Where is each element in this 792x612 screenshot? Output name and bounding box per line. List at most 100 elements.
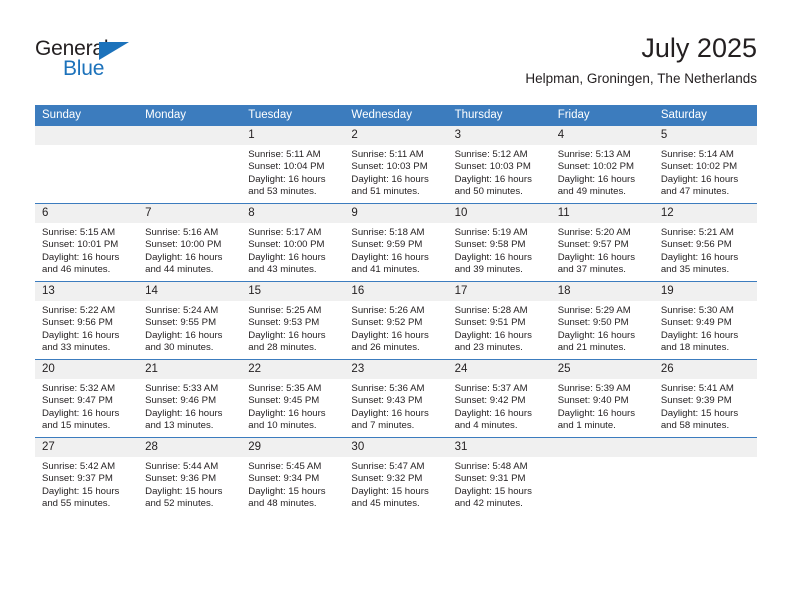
daylight-text-line1: Daylight: 15 hours (660, 407, 739, 419)
daylight-text-line2: and 33 minutes. (42, 342, 111, 354)
day-number: 28 (138, 438, 242, 457)
daylight-text-line1: Daylight: 16 hours (454, 251, 532, 263)
day-details: Sunrise: 5:29 AM Sunset: 9:50 PM Daylight:… (551, 301, 654, 354)
daylight-text-line1: Daylight: 15 hours (42, 485, 120, 497)
calendar-page: General Blue July 2025 Helpman, Groninge… (0, 0, 792, 612)
day-details: Sunrise: 5:35 AM Sunset: 9:45 PM Daylight:… (241, 379, 344, 432)
calendar-day-cell[interactable]: 24 Sunrise: 5:37 AM Sunset: 9:42 PM Dayligh… (447, 359, 551, 438)
calendar-day-cell[interactable]: 6 Sunrise: 5:15 AM Sunset: 10:01 PM Dayligh… (35, 203, 139, 282)
calendar-day-cell[interactable]: 11 Sunrise: 5:20 AM Sunset: 9:57 PM Dayligh… (550, 203, 654, 282)
day-details: Sunrise: 5:22 AM Sunset: 9:56 PM Daylight:… (35, 301, 138, 354)
sunset-text: Sunset: 9:31 PM (454, 473, 526, 485)
calendar-day-cell[interactable]: 1 Sunrise: 5:11 AM Sunset: 10:04 PM Dayligh… (241, 126, 345, 204)
daylight-text-line2: and 15 minutes. (42, 420, 111, 432)
calendar-day-cell[interactable]: 31 Sunrise: 5:48 AM Sunset: 9:31 PM Dayligh… (447, 437, 551, 515)
day-details (138, 145, 241, 149)
day-details: Sunrise: 5:42 AM Sunset: 9:37 PM Daylight:… (35, 457, 138, 510)
calendar-day-cell[interactable]: 25 Sunrise: 5:39 AM Sunset: 9:40 PM Dayligh… (550, 359, 654, 438)
day-details: Sunrise: 5:15 AM Sunset: 10:01 PM Daylight… (35, 223, 138, 276)
day-number: 29 (241, 438, 345, 457)
daylight-text-line1: Daylight: 16 hours (42, 407, 120, 419)
daylight-text-line1: Daylight: 16 hours (454, 173, 532, 185)
calendar-day-cell[interactable]: 18 Sunrise: 5:29 AM Sunset: 9:50 PM Dayligh… (550, 281, 654, 360)
calendar-day-cell[interactable]: 29 Sunrise: 5:45 AM Sunset: 9:34 PM Dayligh… (241, 437, 345, 515)
title-block: July 2025 Helpman, Groningen, The Nether… (525, 32, 757, 89)
sunset-text: Sunset: 10:00 PM (248, 239, 325, 251)
sunset-text: Sunset: 9:39 PM (660, 395, 732, 407)
day-number: 1 (241, 126, 345, 145)
sunset-text: Sunset: 9:46 PM (145, 395, 217, 407)
calendar-day-cell[interactable]: 8 Sunrise: 5:17 AM Sunset: 10:00 PM Dayligh… (241, 203, 345, 282)
calendar-day-cell[interactable]: 14 Sunrise: 5:24 AM Sunset: 9:55 PM Dayligh… (138, 281, 242, 360)
day-number: 24 (447, 360, 551, 379)
sunrise-text: Sunrise: 5:11 AM (351, 149, 424, 160)
calendar-day-cell[interactable]: 9 Sunrise: 5:18 AM Sunset: 9:59 PM Daylight… (344, 203, 448, 282)
sunrise-text: Sunrise: 5:11 AM (248, 149, 321, 160)
sunset-text: Sunset: 9:55 PM (145, 317, 217, 329)
sunset-text: Sunset: 10:03 PM (351, 161, 428, 173)
calendar-day-cell[interactable]: 15 Sunrise: 5:25 AM Sunset: 9:53 PM Dayligh… (241, 281, 345, 360)
sunrise-text: Sunrise: 5:45 AM (248, 461, 322, 472)
day-details: Sunrise: 5:45 AM Sunset: 9:34 PM Daylight:… (241, 457, 344, 510)
calendar-day-cell[interactable]: 13 Sunrise: 5:22 AM Sunset: 9:56 PM Dayligh… (35, 281, 139, 360)
day-number: 23 (344, 360, 448, 379)
daylight-text-line1: Daylight: 16 hours (660, 173, 739, 185)
calendar-day-cell[interactable]: 20 Sunrise: 5:32 AM Sunset: 9:47 PM Dayligh… (35, 359, 139, 438)
page-title: July 2025 (641, 33, 757, 63)
general-blue-logo: General Blue (35, 37, 175, 89)
day-details (35, 145, 138, 149)
day-details: Sunrise: 5:30 AM Sunset: 9:49 PM Daylight:… (654, 301, 757, 354)
calendar-day-cell[interactable]: 23 Sunrise: 5:36 AM Sunset: 9:43 PM Dayligh… (344, 359, 448, 438)
daylight-text-line1: Daylight: 16 hours (145, 407, 223, 419)
calendar-day-cell[interactable]: 7 Sunrise: 5:16 AM Sunset: 10:00 PM Dayligh… (138, 203, 242, 282)
day-details: Sunrise: 5:11 AM Sunset: 10:03 PM Daylight… (344, 145, 447, 198)
daylight-text-line2: and 28 minutes. (248, 342, 317, 354)
sunset-text: Sunset: 9:36 PM (145, 473, 217, 485)
day-details: Sunrise: 5:18 AM Sunset: 9:59 PM Daylight:… (344, 223, 447, 276)
daylight-text-line2: and 47 minutes. (660, 186, 730, 198)
sunrise-text: Sunrise: 5:30 AM (660, 305, 734, 316)
sunset-text: Sunset: 9:40 PM (557, 395, 629, 407)
sunset-text: Sunset: 9:56 PM (660, 239, 732, 251)
day-details: Sunrise: 5:16 AM Sunset: 10:00 PM Daylight… (138, 223, 241, 276)
calendar-day-cell[interactable]: 21 Sunrise: 5:33 AM Sunset: 9:46 PM Dayligh… (138, 359, 242, 438)
location-subtitle: Helpman, Groningen, The Netherlands (525, 71, 757, 86)
sunrise-text: Sunrise: 5:15 AM (42, 227, 116, 238)
daylight-text-line1: Daylight: 16 hours (454, 407, 532, 419)
calendar-day-cell[interactable]: 19 Sunrise: 5:30 AM Sunset: 9:49 PM Dayligh… (653, 281, 757, 360)
calendar-day-cell[interactable]: 5 Sunrise: 5:14 AM Sunset: 10:02 PM Dayligh… (653, 126, 757, 204)
calendar-day-cell[interactable]: 26 Sunrise: 5:41 AM Sunset: 9:39 PM Dayligh… (653, 359, 757, 438)
day-number (653, 438, 757, 457)
calendar-body: 1 Sunrise: 5:11 AM Sunset: 10:04 PM Dayligh… (35, 126, 757, 515)
day-number: 27 (35, 438, 139, 457)
sunset-text: Sunset: 9:45 PM (248, 395, 320, 407)
sunset-text: Sunset: 10:00 PM (145, 239, 222, 251)
calendar-day-cell[interactable]: 30 Sunrise: 5:47 AM Sunset: 9:32 PM Dayligh… (344, 437, 448, 515)
calendar-day-cell[interactable]: 12 Sunrise: 5:21 AM Sunset: 9:56 PM Dayligh… (653, 203, 757, 282)
sunset-text: Sunset: 9:58 PM (454, 239, 526, 251)
day-number: 30 (344, 438, 448, 457)
daylight-text-line2: and 49 minutes. (557, 186, 626, 198)
day-number: 3 (447, 126, 551, 145)
daylight-text-line2: and 13 minutes. (145, 420, 214, 432)
calendar-day-cell[interactable]: 22 Sunrise: 5:35 AM Sunset: 9:45 PM Dayligh… (241, 359, 345, 438)
sunrise-text: Sunrise: 5:18 AM (351, 227, 425, 238)
sunset-text: Sunset: 9:43 PM (351, 395, 423, 407)
calendar-day-cell[interactable]: 2 Sunrise: 5:11 AM Sunset: 10:03 PM Dayligh… (344, 126, 448, 204)
calendar-day-cell[interactable]: 17 Sunrise: 5:28 AM Sunset: 9:51 PM Dayligh… (447, 281, 551, 360)
daylight-text-line2: and 51 minutes. (351, 186, 420, 198)
calendar-day-cell[interactable]: 3 Sunrise: 5:12 AM Sunset: 10:03 PM Dayligh… (447, 126, 551, 204)
weekday-header-saturday: Saturday (653, 105, 757, 126)
daylight-text-line2: and 10 minutes. (248, 420, 317, 432)
daylight-text-line2: and 53 minutes. (248, 186, 317, 198)
calendar-day-cell[interactable]: 28 Sunrise: 5:44 AM Sunset: 9:36 PM Dayligh… (138, 437, 242, 515)
daylight-text-line1: Daylight: 16 hours (557, 407, 636, 419)
day-details: Sunrise: 5:41 AM Sunset: 9:39 PM Daylight:… (654, 379, 757, 432)
weekday-header-sunday: Sunday (35, 105, 139, 126)
calendar-day-cell[interactable]: 16 Sunrise: 5:26 AM Sunset: 9:52 PM Dayligh… (344, 281, 448, 360)
calendar-day-cell[interactable]: 10 Sunrise: 5:19 AM Sunset: 9:58 PM Dayligh… (447, 203, 551, 282)
calendar-day-cell[interactable]: 4 Sunrise: 5:13 AM Sunset: 10:02 PM Dayligh… (550, 126, 654, 204)
day-number: 9 (344, 204, 448, 223)
calendar-day-cell[interactable]: 27 Sunrise: 5:42 AM Sunset: 9:37 PM Dayligh… (35, 437, 139, 515)
sunrise-text: Sunrise: 5:28 AM (454, 305, 528, 316)
